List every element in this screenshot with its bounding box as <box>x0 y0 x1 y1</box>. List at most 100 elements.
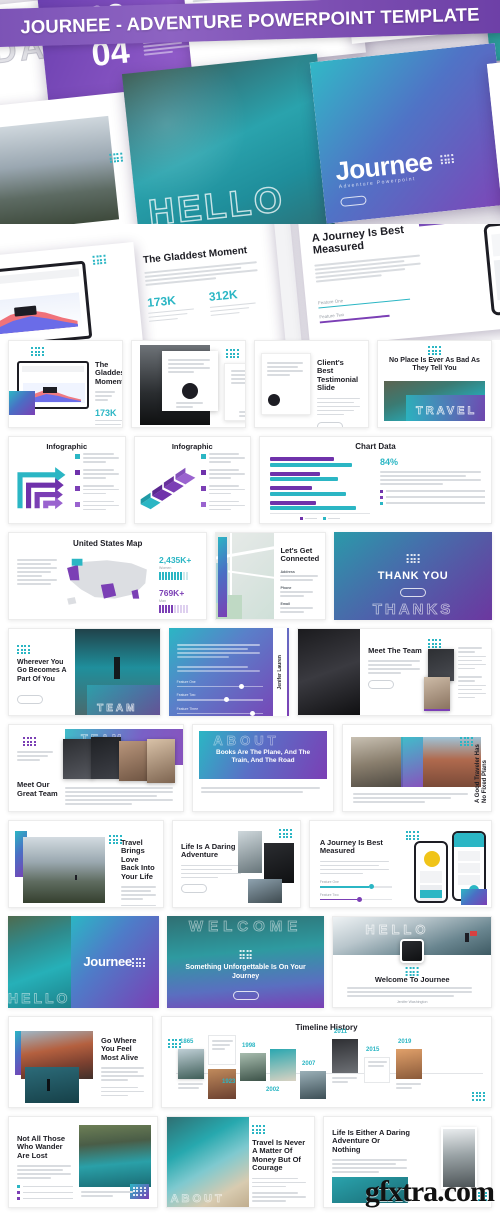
team-photo <box>119 741 149 781</box>
slide-card-infographic-arrows[interactable]: Infographic <box>8 436 126 524</box>
testimonial-card <box>261 353 311 415</box>
slide-card-not-all-those-who-wander[interactable]: Not All Those Who Wander Are Lost <box>8 1116 158 1208</box>
slider-handle[interactable] <box>357 897 362 902</box>
gradient-block <box>401 737 425 787</box>
slide-card-books-are-the-plane[interactable]: ABOUT Books Are The Plane, And The Train… <box>192 724 333 812</box>
ghost-word: ABOUT <box>213 733 279 748</box>
timeline-note <box>208 1035 236 1065</box>
slide-title: Go Where You Feel Most Alive <box>101 1037 146 1062</box>
watermark: gfxtra.com <box>365 1175 494 1209</box>
slide-title: THANK YOU <box>334 570 492 582</box>
hero-slide-mountain[interactable] <box>0 92 138 228</box>
slide-card-journee-cover[interactable]: HELLO Journee <box>8 916 159 1008</box>
slide-card-united-states-map[interactable]: United States Map 2,435K+ Women 7 <box>8 532 207 620</box>
slide-title: Let's Get Connected <box>280 547 320 564</box>
phone-mockup <box>483 224 500 316</box>
slide-card-something-unforgettable[interactable]: WELCOME Something Unforgettable Is On Yo… <box>167 916 325 1008</box>
slide-title: Life Is Either A Daring Adventure Or Not… <box>332 1129 410 1154</box>
slide-card-meet-our-great-team[interactable]: Meet Our Great Team TEAM <box>8 724 184 812</box>
slide-title: Infographic <box>135 442 251 451</box>
slide-title: Timeline History <box>162 1023 491 1032</box>
photo-beach: ABOUT <box>167 1117 250 1207</box>
legend-swatch <box>300 517 303 520</box>
slide-card-gladdest-moment[interactable]: The Gladdest Moment 173K 312K <box>8 340 123 428</box>
slide-card-no-place-is-ever-as-bad[interactable]: No Place Is Ever As Bad As They Tell You… <box>377 340 492 428</box>
photo-waterfall <box>238 831 262 873</box>
slider-handle[interactable] <box>224 697 229 702</box>
slide-card-timeline-history[interactable]: Timeline History 1865 1998 1923 2002 200… <box>161 1016 492 1108</box>
slide-card-travel-brings-love[interactable]: Travel Brings Love Back Into Your Life <box>8 820 164 908</box>
hero-photo-hello[interactable]: HELLO <box>122 54 336 228</box>
slider-track[interactable] <box>177 686 264 687</box>
timeline-year: 1923 <box>222 1079 235 1085</box>
slide-title: Journee <box>83 954 131 969</box>
photo-portrait-dark <box>298 629 360 715</box>
avatar <box>268 394 280 406</box>
grid-row: Wherever You Go Becomes A Part Of You TE… <box>0 628 500 724</box>
arrows-infographic-icon <box>14 455 74 517</box>
slide-title: A Journey Is Best Measured <box>320 839 392 856</box>
slide-title: Not All Those Who Wander Are Lost <box>17 1135 73 1160</box>
slide-card-meet-the-team[interactable]: Meet The Team <box>297 628 492 716</box>
testimonial-card <box>162 351 218 411</box>
map-background <box>216 533 274 619</box>
item-icon <box>201 454 206 459</box>
slide-card-welcome-to-journee[interactable]: HELLO Welcome To Journee Jenifer Washing… <box>332 916 492 1008</box>
stat-value: 173K <box>146 291 195 310</box>
item-icon <box>201 470 206 475</box>
slider-track[interactable] <box>177 713 264 714</box>
slider-handle[interactable] <box>250 711 255 716</box>
item-icon <box>75 470 80 475</box>
timeline-photo <box>396 1049 422 1079</box>
slide-card-a-journey-is-best-measured[interactable]: A Journey Is Best Measured Feature One F… <box>309 820 492 908</box>
contact-label: Address <box>280 570 320 574</box>
timeline-note <box>364 1057 390 1083</box>
team-photo <box>63 739 93 779</box>
slide-card-life-is-a-daring-adventure[interactable]: Life Is A Daring Adventure <box>172 820 301 908</box>
avatar <box>400 939 424 963</box>
slide-card-good-traveler[interactable]: A Good Traveler Has No Fixed Plans <box>342 724 492 812</box>
grid-row: United States Map 2,435K+ Women 7 <box>0 532 500 628</box>
strip-slide-journey-measured[interactable]: A Journey Is Best Measured Feature One F… <box>296 224 500 340</box>
slide-title: Books Are The Plane, And The Train, And … <box>209 749 316 765</box>
slide-card-thank-you[interactable]: THANK YOU THANKS <box>334 532 492 620</box>
slide-card-lets-get-connected[interactable]: Let's Get Connected Address Phone Email <box>215 532 326 620</box>
slider-track[interactable] <box>320 886 392 887</box>
timeline-year: 2007 <box>302 1061 315 1067</box>
slides-grid: The Gladdest Moment 173K 312K <box>0 340 500 1216</box>
template-showcase-page: ANDA 03 04 Go Where You Feel Most Alive … <box>0 0 500 1213</box>
slide-card-jenifer-sliders[interactable]: Feature One Feature Two Feature Three Je… <box>169 628 290 716</box>
ghost-word: TEAM <box>75 703 160 714</box>
secondary-tilted-strip: The Gladdest Moment 173K 312K <box>0 224 500 340</box>
slide-card-go-where-you-feel-most-alive[interactable]: Go Where You Feel Most Alive <box>8 1016 153 1108</box>
photo-feet-cliff <box>79 1125 151 1187</box>
slider-label: Feature Two <box>177 693 264 697</box>
field-label: Feature One <box>320 880 392 884</box>
slide-card-clients-testimonial[interactable]: Client's Best Testimonial Slide <box>254 340 369 428</box>
avatar <box>245 394 246 408</box>
photo-travel: TRAVEL <box>384 381 485 421</box>
grid-row: Infographic Infographic <box>0 436 500 532</box>
testimonial-card <box>224 363 246 421</box>
slide-card-chart-data[interactable]: Chart Data 84% <box>259 436 492 524</box>
strip-slide-laptop[interactable] <box>0 242 146 340</box>
slide-card-testimonial-dark[interactable] <box>131 340 246 428</box>
slide-title: Wherever You Go Becomes A Part Of You <box>17 659 69 684</box>
ghost-word: ABOUT <box>171 1193 225 1205</box>
bullet-dot-icon <box>380 502 383 505</box>
slider-track[interactable] <box>177 699 264 700</box>
slide-card-wherever-you-go[interactable]: Wherever You Go Becomes A Part Of You TE… <box>8 628 161 716</box>
slide-title: Meet Our Great Team <box>17 781 67 798</box>
hero-slide-journee[interactable]: Journee Adventure Powerpoint <box>310 43 500 224</box>
grid-row: Go Where You Feel Most Alive Timeline Hi… <box>0 1016 500 1116</box>
slider-handle[interactable] <box>369 884 374 889</box>
ghost-word: WELCOME <box>167 918 325 935</box>
slider-handle[interactable] <box>239 684 244 689</box>
slide-card-infographic-steps[interactable]: Infographic <box>134 436 252 524</box>
strip-slide-gladdest[interactable]: The Gladdest Moment 173K 312K <box>143 243 277 324</box>
chart-highlight: 84% <box>380 457 485 467</box>
slider-track[interactable] <box>320 899 392 900</box>
timeline-year: 2015 <box>366 1047 379 1053</box>
slide-title: Life Is A Daring Adventure <box>181 843 243 860</box>
slide-card-travel-is-never-a-matter[interactable]: ABOUT Travel Is Never A Matter Of Money … <box>166 1116 316 1208</box>
